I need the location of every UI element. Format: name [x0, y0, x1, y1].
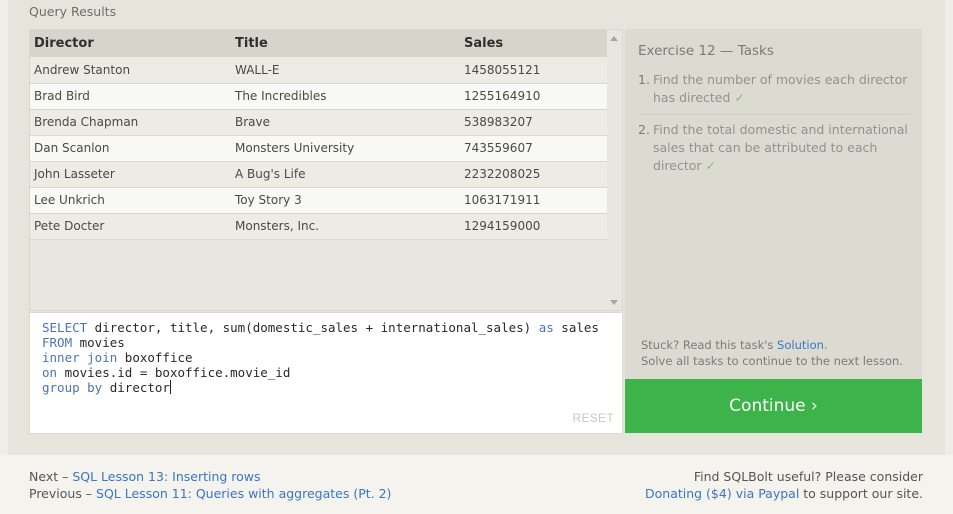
code-line[interactable]: inner join boxoffice [42, 350, 622, 365]
column-header-director: Director [30, 30, 231, 57]
sql-text: movies.id = boxoffice.movie_id [57, 365, 291, 380]
cell-title: Brave [231, 109, 460, 136]
lesson-navigation: Next – SQL Lesson 13: Inserting rows Pre… [29, 468, 391, 502]
code-area[interactable]: SELECT director, title, sum(domestic_sal… [42, 320, 622, 395]
sql-keyword: FROM [42, 335, 73, 350]
table-row: John Lasseter A Bug's Life 2232208025 [30, 161, 608, 188]
text-cursor [169, 380, 171, 394]
stuck-suffix: . [823, 338, 828, 352]
solve-all-text: Solve all tasks to continue to the next … [641, 354, 903, 368]
page-gutter-left [0, 0, 8, 455]
table-row: Brad Bird The Incredibles 1255164910 [30, 83, 608, 110]
cell-title: A Bug's Life [231, 161, 460, 188]
tasks-title: Exercise 12 — Tasks [638, 43, 774, 59]
sql-text: boxoffice [117, 350, 193, 365]
sql-text: director, title, sum(domestic_sales + in… [87, 320, 539, 335]
task-text: Find the number of movies each director … [653, 71, 910, 107]
cell-title: Toy Story 3 [231, 187, 460, 214]
cell-director: John Lasseter [30, 161, 231, 188]
sql-keyword: on [42, 365, 58, 380]
code-line[interactable]: on movies.id = boxoffice.movie_id [42, 365, 622, 380]
stuck-line: Stuck? Read this task's Solution. [641, 337, 903, 353]
footer: Next – SQL Lesson 13: Inserting rows Pre… [0, 455, 953, 514]
cell-director: Brad Bird [30, 83, 231, 110]
useful-text: Find SQLBolt useful? Please consider [693, 469, 923, 484]
column-header-title: Title [231, 30, 460, 57]
scroll-down-arrow-icon[interactable] [610, 300, 618, 305]
results-scrollbar[interactable] [607, 30, 622, 310]
page-gutter-right [945, 0, 953, 455]
task-text: Find the total domestic and internationa… [653, 121, 910, 175]
scroll-up-arrow-icon[interactable] [610, 36, 618, 41]
sql-keyword: as [538, 320, 554, 335]
help-text: Stuck? Read this task's Solution. Solve … [641, 337, 903, 369]
sql-keyword: SELECT [42, 320, 88, 335]
previous-prefix: Previous – [29, 486, 97, 501]
previous-lesson-link[interactable]: SQL Lesson 11: Queries with aggregates (… [96, 486, 391, 501]
task-item: 2. Find the total domestic and internati… [638, 114, 910, 182]
query-results-table: Director Title Sales Andrew Stanton WALL-… [29, 29, 623, 311]
donate-link[interactable]: Donating ($4) via Paypal [645, 486, 799, 501]
table-row: Pete Docter Monsters, Inc. 1294159000 [30, 213, 608, 240]
table-row: Dan Scanlon Monsters University 743559607 [30, 135, 608, 162]
task-list: 1. Find the number of movies each direct… [638, 68, 910, 182]
column-header-sales: Sales [460, 30, 608, 57]
cell-title: WALL-E [231, 57, 460, 84]
checkmark-icon: ✓ [734, 90, 745, 105]
cell-sales: 1063171911 [460, 187, 608, 214]
cell-director: Lee Unkrich [30, 187, 231, 214]
cell-director: Brenda Chapman [30, 109, 231, 136]
cell-sales: 1458055121 [460, 57, 608, 84]
cell-sales: 743559607 [460, 135, 608, 162]
table-row: Brenda Chapman Brave 538983207 [30, 109, 608, 136]
reset-button[interactable]: RESET [572, 411, 614, 426]
donate-line: Donating ($4) via Paypal to support our … [645, 485, 923, 502]
task-number: 1. [638, 72, 650, 87]
sql-keyword: inner join [42, 350, 118, 365]
table-header-row: Director Title Sales [30, 30, 608, 57]
tasks-panel: Exercise 12 — Tasks 1. Find the number o… [625, 29, 922, 379]
sql-query-editor[interactable]: SELECT director, title, sum(domestic_sal… [29, 312, 623, 434]
checkmark-icon: ✓ [705, 158, 717, 173]
query-results-label: Query Results [29, 4, 117, 19]
previous-lesson-line: Previous – SQL Lesson 11: Queries with a… [29, 485, 391, 502]
code-line[interactable]: SELECT director, title, sum(domestic_sal… [42, 320, 622, 335]
sql-text: movies [72, 335, 125, 350]
donate-suffix: to support our site. [799, 486, 923, 501]
task-number: 2. [638, 122, 650, 137]
cell-title: Monsters University [231, 135, 460, 162]
cell-director: Dan Scanlon [30, 135, 231, 162]
cell-sales: 538983207 [460, 109, 608, 136]
next-lesson-line: Next – SQL Lesson 13: Inserting rows [29, 468, 391, 485]
cell-sales: 2232208025 [460, 161, 608, 188]
task-description: Find the number of movies each director … [653, 72, 908, 105]
task-description: Find the total domestic and internationa… [653, 122, 908, 173]
next-lesson-link[interactable]: SQL Lesson 13: Inserting rows [72, 469, 260, 484]
stuck-prefix: Stuck? Read this task's [641, 338, 778, 352]
continue-button[interactable]: Continue › [625, 379, 922, 433]
table-row: Andrew Stanton WALL-E 1458055121 [30, 57, 608, 84]
results-table: Director Title Sales Andrew Stanton WALL-… [30, 30, 608, 240]
donation-note: Find SQLBolt useful? Please consider Don… [645, 468, 923, 502]
next-prefix: Next – [29, 469, 73, 484]
cell-title: Monsters, Inc. [231, 213, 460, 240]
task-item: 1. Find the number of movies each direct… [638, 68, 910, 114]
sql-text: sales [553, 320, 599, 335]
sql-text: director [102, 380, 170, 395]
cell-director: Pete Docter [30, 213, 231, 240]
table-row: Lee Unkrich Toy Story 3 1063171911 [30, 187, 608, 214]
cell-sales: 1255164910 [460, 83, 608, 110]
sql-keyword: group by [42, 380, 103, 395]
cell-sales: 1294159000 [460, 213, 608, 240]
cell-director: Andrew Stanton [30, 57, 231, 84]
code-line[interactable]: FROM movies [42, 335, 622, 350]
cell-title: The Incredibles [231, 83, 460, 110]
solution-link[interactable]: Solution [777, 338, 824, 352]
code-line[interactable]: group by director [42, 380, 622, 395]
